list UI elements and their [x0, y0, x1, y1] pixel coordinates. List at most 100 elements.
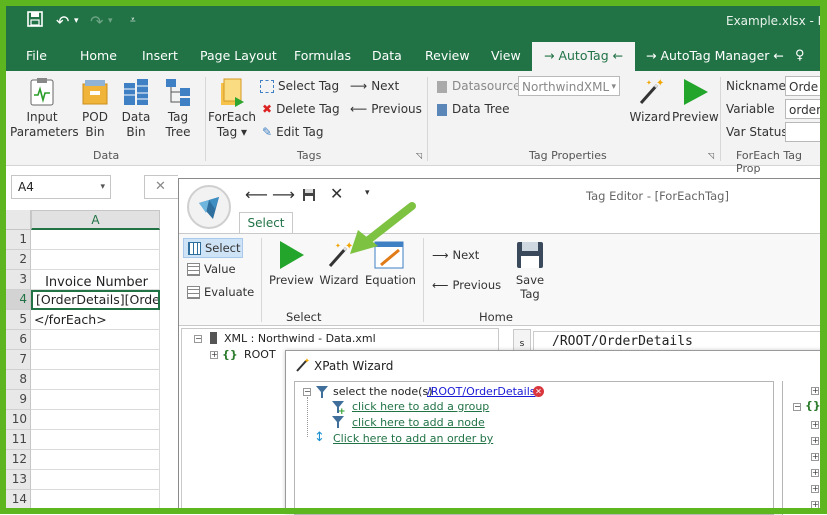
- save-icon[interactable]: [302, 188, 316, 205]
- row-header[interactable]: 10: [6, 410, 31, 430]
- sheet-cell[interactable]: [31, 350, 160, 370]
- sheet-cell[interactable]: Invoice Number: [31, 270, 160, 290]
- tab-home[interactable]: Home: [80, 42, 117, 71]
- sheet-cell[interactable]: </forEach>: [31, 310, 160, 330]
- tags-dialog-launcher-icon[interactable]: ◹: [416, 151, 422, 160]
- editor-preview-button[interactable]: Preview: [269, 240, 314, 287]
- expand-icon[interactable]: +: [811, 437, 819, 445]
- tab-data[interactable]: Data: [372, 42, 402, 71]
- select-path-link[interactable]: /ROOT/OrderDetails: [427, 385, 536, 398]
- tag-properties-dialog-launcher-icon[interactable]: ◹: [708, 151, 714, 160]
- remove-icon[interactable]: ✕: [533, 386, 544, 397]
- data-bin-icon: [124, 79, 148, 105]
- sheet-cell[interactable]: [31, 490, 160, 510]
- undo-dropdown-icon[interactable]: ▾: [74, 16, 79, 26]
- expand-icon[interactable]: +: [210, 351, 218, 359]
- save-tag-button[interactable]: Save Tag: [505, 240, 555, 301]
- cancel-formula-icon[interactable]: ✕: [155, 179, 166, 194]
- tag-tree-button[interactable]: Tag Tree: [160, 77, 196, 140]
- customize-toolbar-icon[interactable]: ⩡: [130, 15, 136, 26]
- delete-tag-button[interactable]: ✖ Delete Tag: [262, 102, 340, 116]
- row-header[interactable]: 3: [6, 270, 31, 290]
- variable-input[interactable]: orderD: [785, 99, 827, 119]
- editor-next-button[interactable]: ⟶ Next: [432, 248, 479, 262]
- tab-autotag-manager[interactable]: → AutoTag Manager ←: [646, 42, 784, 71]
- add-group-link[interactable]: click here to add a group: [352, 400, 489, 413]
- sheet-cell[interactable]: [31, 390, 160, 410]
- row-header[interactable]: 2: [6, 250, 31, 270]
- expand-icon[interactable]: +: [811, 387, 819, 395]
- input-parameters-button[interactable]: Input Parameters: [10, 77, 79, 140]
- row-header[interactable]: 14: [6, 490, 31, 510]
- row-header[interactable]: 9: [6, 390, 31, 410]
- preview-button[interactable]: Preview: [672, 77, 719, 125]
- save-icon[interactable]: [27, 11, 43, 31]
- row-header[interactable]: 6: [6, 330, 31, 350]
- add-node-link[interactable]: click here to add a node: [352, 416, 485, 429]
- tab-file[interactable]: File: [26, 42, 47, 71]
- wizard-button[interactable]: ✦ ✦ Wizard: [628, 77, 672, 125]
- row-header[interactable]: 1: [6, 230, 31, 250]
- expand-icon[interactable]: +: [811, 501, 819, 509]
- previous-tag-button[interactable]: ⟵ Previous: [350, 102, 422, 116]
- collapse-icon[interactable]: −: [194, 335, 202, 343]
- forward-arrow-icon[interactable]: ⟶: [272, 185, 295, 204]
- foreach-tag-button[interactable]: ForEach Tag ▾: [208, 77, 256, 140]
- back-arrow-icon[interactable]: ⟵: [245, 185, 268, 204]
- sheet-cell[interactable]: [31, 330, 160, 350]
- expand-icon[interactable]: +: [811, 485, 819, 493]
- name-box[interactable]: A4 ▾: [11, 175, 111, 199]
- sheet-cell[interactable]: [31, 250, 160, 270]
- value-mode-button[interactable]: Value: [187, 262, 236, 276]
- column-header-a[interactable]: A: [31, 210, 160, 230]
- sheet-cell[interactable]: [OrderDetails][Orde[Pr: [31, 290, 160, 310]
- tab-insert[interactable]: Insert: [142, 42, 178, 71]
- editor-previous-button[interactable]: ⟵ Previous: [432, 278, 501, 292]
- lightbulb-icon[interactable]: ♀: [795, 42, 805, 71]
- customize-toolbar-icon[interactable]: ▾: [365, 188, 370, 198]
- row-header[interactable]: 8: [6, 370, 31, 390]
- row-header[interactable]: 13: [6, 470, 31, 490]
- expand-icon[interactable]: +: [811, 469, 819, 477]
- next-tag-button[interactable]: ⟶ Next: [350, 79, 399, 93]
- evaluate-mode-button[interactable]: Evaluate: [187, 285, 254, 299]
- tree-node-root[interactable]: ROOT: [244, 348, 276, 361]
- collapse-icon[interactable]: −: [793, 403, 801, 411]
- select-mode-button[interactable]: Select: [183, 238, 243, 258]
- tab-review[interactable]: Review: [425, 42, 470, 71]
- add-order-by-link[interactable]: Click here to add an order by: [333, 432, 493, 445]
- sheet-cell[interactable]: [31, 470, 160, 490]
- select-all-corner[interactable]: [6, 210, 31, 230]
- row-header[interactable]: 7: [6, 350, 31, 370]
- tab-formulas[interactable]: Formulas: [294, 42, 351, 71]
- expand-icon[interactable]: +: [811, 453, 819, 461]
- add-node-icon: [332, 416, 344, 428]
- collapse-icon[interactable]: −: [303, 388, 311, 396]
- edit-tag-button[interactable]: ✎ Edit Tag: [262, 125, 323, 139]
- evaluate-mode-label: Evaluate: [204, 285, 255, 299]
- close-icon[interactable]: ✕: [330, 184, 343, 203]
- tab-autotag[interactable]: → AutoTag ←: [532, 42, 636, 71]
- datasource-select[interactable]: NorthwindXML ▾: [518, 76, 620, 96]
- sheet-cell[interactable]: [31, 450, 160, 470]
- data-tree-button[interactable]: Data Tree: [437, 102, 509, 116]
- row-header[interactable]: 5: [6, 310, 31, 330]
- tab-select[interactable]: Select: [239, 212, 293, 235]
- var-status-input[interactable]: [785, 122, 827, 142]
- row-header[interactable]: 12: [6, 450, 31, 470]
- tab-view[interactable]: View: [491, 42, 521, 71]
- data-bin-button[interactable]: Data Bin: [118, 77, 154, 140]
- pod-bin-button[interactable]: POD Bin: [77, 77, 113, 140]
- undo-icon[interactable]: ↶: [56, 12, 69, 31]
- row-header[interactable]: 11: [6, 430, 31, 450]
- sheet-cell[interactable]: [31, 230, 160, 250]
- sheet-cell[interactable]: [31, 410, 160, 430]
- row-header[interactable]: 4: [6, 290, 31, 310]
- select-tag-button[interactable]: Select Tag: [260, 79, 339, 93]
- sheet-cell[interactable]: [31, 430, 160, 450]
- nickname-input[interactable]: Orde: [785, 76, 827, 96]
- expand-icon[interactable]: +: [811, 421, 819, 429]
- sheet-cell[interactable]: [31, 370, 160, 390]
- tree-root-label[interactable]: XML : Northwind - Data.xml: [224, 332, 376, 345]
- tab-page-layout[interactable]: Page Layout: [200, 42, 277, 71]
